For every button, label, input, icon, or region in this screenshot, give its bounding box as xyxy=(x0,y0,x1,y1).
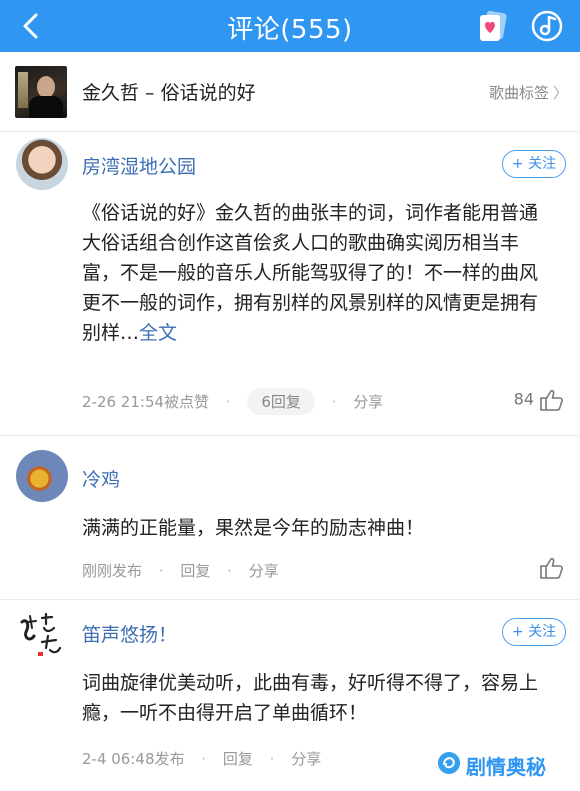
avatar[interactable] xyxy=(16,608,68,660)
comment-item: 房湾湿地公园 + 关注 《俗话说的好》金久哲的曲张丰的词，词作者能用普通大俗话组… xyxy=(0,132,580,432)
cover-body xyxy=(29,96,63,118)
reply-button[interactable]: 回复 xyxy=(180,562,210,580)
share-button[interactable]: 分享 xyxy=(353,393,383,411)
chevron-right-icon: 〉 xyxy=(552,84,568,102)
watermark-logo-icon xyxy=(438,752,460,774)
comment-item: 冷鸡 满满的正能量，果然是今年的励志神曲！ 刚刚发布 · 回复 · 分享 xyxy=(0,436,580,596)
like-button[interactable]: 84 xyxy=(514,388,564,412)
comment-time: 2-26 21:54被点赞 xyxy=(82,393,210,411)
cover-calligraphy xyxy=(18,72,28,108)
thumbs-up-icon xyxy=(540,389,563,411)
heart-card-icon[interactable] xyxy=(476,9,510,43)
avatar[interactable] xyxy=(16,138,68,190)
avatar[interactable] xyxy=(16,450,68,502)
follow-button[interactable]: + 关注 xyxy=(502,150,566,178)
cover-face xyxy=(37,76,55,98)
song-title: 金久哲 – 俗话说的好 xyxy=(82,82,256,104)
comment-username[interactable]: 冷鸡 xyxy=(82,465,120,492)
top-bar: 评论(555) xyxy=(0,0,580,52)
reply-button[interactable]: 回复 xyxy=(223,750,253,768)
read-more-link[interactable]: 全文 xyxy=(139,322,177,344)
meta-separator: · xyxy=(269,750,275,768)
comment-username[interactable]: 笛声悠扬！ xyxy=(82,620,177,647)
song-tag-label: 歌曲标签 xyxy=(488,84,549,102)
comment-meta: 2-4 06:48发布 · 回复 · 分享 xyxy=(82,748,321,769)
meta-separator: · xyxy=(201,750,207,768)
comment-meta: 2-26 21:54被点赞 · 6回复 · 分享 xyxy=(82,388,383,415)
comment-text: 词曲旋律优美动听，此曲有毒，好听得不得了，容易上瘾，一听不由得开启了单曲循环！ xyxy=(82,672,539,724)
music-note-icon[interactable] xyxy=(530,9,564,43)
comment-text: 《俗话说的好》金久哲的曲张丰的词，词作者能用普通大俗话组合创作这首侩炙人口的歌曲… xyxy=(82,198,552,348)
song-info-row[interactable]: 金久哲 – 俗话说的好 歌曲标签〉 xyxy=(0,52,580,132)
reply-count-button[interactable]: 6回复 xyxy=(247,388,315,415)
album-cover[interactable] xyxy=(15,66,67,118)
song-tag-link[interactable]: 歌曲标签〉 xyxy=(489,82,568,103)
comment-username[interactable]: 房湾湿地公园 xyxy=(82,152,196,179)
comment-time: 2-4 06:48发布 xyxy=(82,750,185,768)
like-button[interactable] xyxy=(534,556,564,580)
comment-meta: 刚刚发布 · 回复 · 分享 xyxy=(82,560,279,581)
follow-button[interactable]: + 关注 xyxy=(502,618,566,646)
meta-separator: · xyxy=(225,393,231,411)
like-count: 84 xyxy=(513,389,534,409)
meta-separator: · xyxy=(331,393,337,411)
watermark-text: 剧情奥秘 xyxy=(466,755,546,779)
comment-text: 满满的正能量，果然是今年的励志神曲！ xyxy=(82,517,425,539)
comment-time: 刚刚发布 xyxy=(82,562,143,580)
share-button[interactable]: 分享 xyxy=(291,750,321,768)
meta-separator: · xyxy=(158,562,164,580)
thumbs-up-icon xyxy=(540,557,563,579)
share-button[interactable]: 分享 xyxy=(249,562,279,580)
meta-separator: · xyxy=(227,562,232,580)
